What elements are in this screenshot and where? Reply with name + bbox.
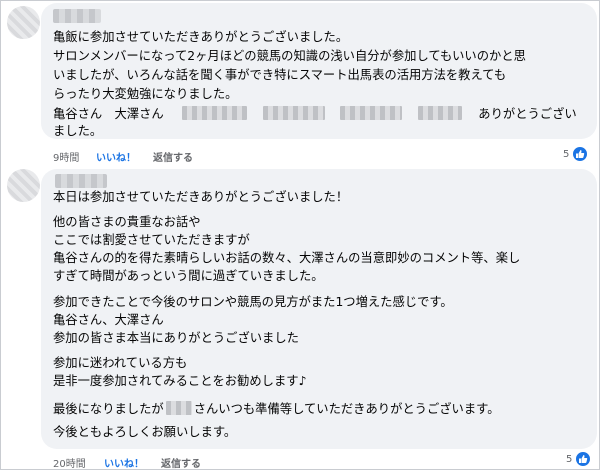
avatar[interactable] (7, 169, 40, 202)
redacted-name (181, 106, 247, 120)
comment-text-line: サロンメンバーになって2ヶ月ほどの競馬の知識の浅い自分が参加してもいいのかと思 (53, 49, 526, 63)
commenter-name-redacted[interactable] (55, 174, 107, 188)
like-button[interactable]: いいね！ (96, 149, 136, 164)
comment-text-line: 是非一度参加されてみることをお勧めします♪ (53, 374, 307, 388)
comment-time[interactable]: 20時間 (53, 455, 86, 470)
comment-text-line: 亀谷さん 大澤さん ありがとうござい (53, 106, 577, 122)
reaction-count: 5 (566, 453, 573, 465)
redacted-name (418, 106, 463, 120)
comment-text-line: ここでは割愛させていただきますが (53, 233, 250, 247)
comment-text-line: すぎて時間があっという間に過ぎていきました。 (53, 269, 324, 283)
comment-text-line: 亀谷さん、大澤さん (53, 313, 164, 327)
comment-text-line: 参加に迷われている方も (53, 356, 188, 370)
reply-button[interactable]: 返信する (161, 455, 201, 470)
comment-text-line: 今後ともよろしくお願いします。 (53, 425, 237, 439)
reaction-summary[interactable]: 5 (563, 146, 589, 162)
comment-thread: 亀飯に参加させていただきありがとうございました。 サロンメンバーになって2ヶ月ほ… (0, 0, 600, 470)
names-prefix: 亀谷さん 大澤さん (53, 107, 164, 121)
comment-text-line: 他の皆さまの貴重なお話や (53, 215, 201, 229)
avatar[interactable] (7, 6, 40, 39)
comment-text-line: いましたが、いろんな話を聞く事ができ特にスマート出馬表の活用方法を教えても (53, 68, 507, 82)
comment-text-line: ました。 (53, 124, 103, 138)
redacted-name (340, 106, 403, 120)
like-button[interactable]: いいね！ (104, 455, 144, 470)
comment-text-line: 亀谷さんの的を得た素晴らしいお話の数々、大澤さんの当意即妙のコメント等、楽し (53, 251, 521, 265)
comment-text-line: 最後になりましたが さんいつも準備等していただきありがとうございます。 (53, 401, 500, 417)
comment-text-line: 参加の皆さま本当にありがとうございました (53, 331, 299, 345)
redacted-name (165, 401, 192, 415)
reaction-summary[interactable]: 5 (566, 451, 592, 467)
reply-button[interactable]: 返信する (153, 149, 193, 164)
comment-time[interactable]: 9時間 (53, 149, 79, 164)
comment-text-line: 亀飯に参加させていただきありがとうございました。 (53, 30, 349, 44)
thumbs-up-icon (575, 451, 592, 467)
names-suffix: ありがとうござい (478, 107, 577, 121)
commenter-name-redacted[interactable] (53, 9, 101, 23)
comment-bubble: 本日は参加させていただきありがとうございました！ 他の皆さまの貴重なお話や ここ… (41, 169, 597, 449)
comment-text-line: 本日は参加させていただきありがとうございました！ (53, 190, 349, 204)
thanks-prefix: 最後になりましたが (53, 402, 164, 416)
thanks-suffix: さんいつも準備等していただきありがとうございます。 (193, 402, 500, 416)
comment-text-line: らったり大変勉強になりました。 (53, 87, 238, 101)
redacted-name (262, 106, 325, 120)
thumbs-up-icon (572, 146, 589, 162)
comment-text-line: 参加できたことで今後のサロンや競馬の見方がまた1つ増えた感じです。 (53, 295, 453, 309)
reaction-count: 5 (563, 148, 570, 160)
comment-bubble: 亀飯に参加させていただきありがとうございました。 サロンメンバーになって2ヶ月ほ… (41, 3, 597, 139)
